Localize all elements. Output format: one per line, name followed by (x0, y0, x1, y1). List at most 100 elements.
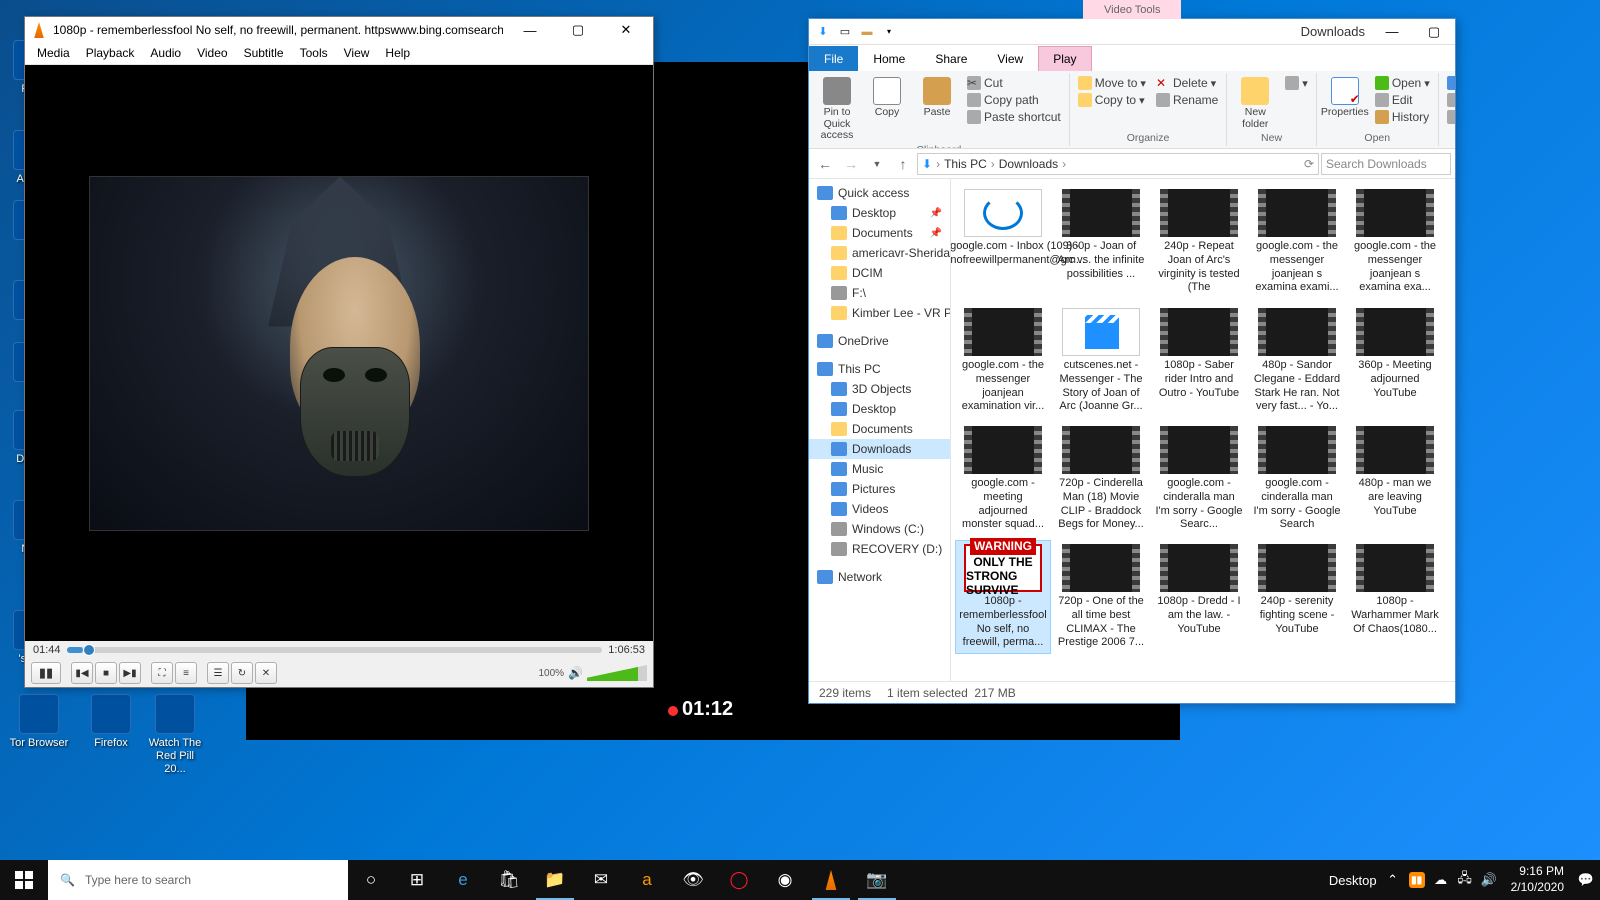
nav-item[interactable]: F:\ (809, 283, 950, 303)
file-item[interactable]: 1080p - Warhammer Mark Of Chaos(1080... (1347, 540, 1443, 654)
stop-button[interactable]: ■ (95, 662, 117, 684)
file-item[interactable]: google.com - the messenger joanjean s ex… (1347, 185, 1443, 300)
nav-item[interactable]: americavr-Sheridan... (809, 243, 950, 263)
file-item[interactable]: 480p - man we are leaving YouTube (1347, 422, 1443, 536)
file-item[interactable]: 360p - Meeting adjourned YouTube (1347, 304, 1443, 418)
onedrive-tray-icon[interactable]: ☁ (1433, 872, 1449, 888)
tray-app-icon[interactable]: ▮▮ (1409, 872, 1425, 888)
nav-item[interactable]: Documents (809, 419, 950, 439)
file-item[interactable]: 720p - Cinderella Man (18) Movie CLIP - … (1053, 422, 1149, 536)
file-item[interactable]: cutscenes.net - Messenger - The Story of… (1053, 304, 1149, 418)
vlc-video-area[interactable] (25, 65, 653, 641)
chrome-canary-icon[interactable]: ◉ (762, 860, 808, 900)
menu-video[interactable]: Video (189, 43, 235, 64)
menu-playback[interactable]: Playback (78, 43, 143, 64)
start-button[interactable] (0, 860, 48, 900)
file-item[interactable]: 360p - Joan of Arc vs. the infinite poss… (1053, 185, 1149, 300)
copy-to-button[interactable]: Copy to ▾ (1076, 92, 1148, 108)
menu-tools[interactable]: Tools (292, 43, 336, 64)
network-tray-icon[interactable]: 🖧 (1457, 872, 1473, 888)
pin-quick-access-button[interactable]: Pin to Quick access (815, 75, 859, 144)
nav-item[interactable]: Documents📌 (809, 223, 950, 243)
nav-item[interactable]: Quick access (809, 183, 950, 203)
minimize-button[interactable]: ― (509, 17, 551, 43)
volume-tray-icon[interactable]: 🔊 (1481, 872, 1497, 888)
nav-item[interactable]: Videos (809, 499, 950, 519)
desktop-icon[interactable]: Watch The Red Pill 20... (144, 694, 206, 777)
up-button[interactable]: ↑ (891, 152, 915, 176)
store-icon[interactable]: 🛍 (486, 860, 532, 900)
prev-button[interactable]: ▮◀ (71, 662, 93, 684)
maximize-button[interactable]: ▢ (557, 17, 599, 43)
loop-button[interactable]: ↻ (231, 662, 253, 684)
nav-item[interactable]: Network (809, 567, 950, 587)
address-bar[interactable]: ⬇› This PC› Downloads› ⟳ (917, 153, 1319, 175)
mail-icon[interactable]: ✉ (578, 860, 624, 900)
nav-item[interactable]: Pictures (809, 479, 950, 499)
nav-item[interactable]: OneDrive (809, 331, 950, 351)
tray-overflow-icon[interactable]: ⌃ (1385, 872, 1401, 888)
file-item[interactable]: google.com - meeting adjourned monster s… (955, 422, 1051, 536)
ex-maximize-button[interactable]: ▢ (1413, 19, 1455, 45)
nav-item[interactable]: Music (809, 459, 950, 479)
amazon-icon[interactable]: a (624, 860, 670, 900)
recent-button[interactable]: ▼ (865, 152, 889, 176)
desktop-icon[interactable]: Firefox (80, 694, 142, 750)
nav-item[interactable]: This PC (809, 359, 950, 379)
tab-share[interactable]: Share (920, 46, 982, 71)
close-button[interactable]: ✕ (605, 17, 647, 43)
seek-slider[interactable] (67, 647, 603, 653)
file-item[interactable]: google.com - the messenger joanjean exam… (955, 304, 1051, 418)
taskbar-search[interactable]: 🔍Type here to search (48, 860, 348, 900)
file-item[interactable]: mail.google.com - Inbox (109) - noselfno… (955, 185, 1051, 300)
file-item[interactable]: 240p - Repeat Joan of Arc's virginity is… (1151, 185, 1247, 300)
next-button[interactable]: ▶▮ (119, 662, 141, 684)
opera-icon[interactable]: ◯ (716, 860, 762, 900)
nav-item[interactable]: RECOVERY (D:) (809, 539, 950, 559)
qat-props-icon[interactable]: ▭ (835, 22, 855, 42)
nav-item[interactable]: DCIM (809, 263, 950, 283)
ex-minimize-button[interactable]: ― (1371, 19, 1413, 45)
select-none-button[interactable]: Select none (1445, 92, 1455, 108)
paste-button[interactable]: Paste (915, 75, 959, 121)
pause-button[interactable]: ▮▮ (31, 662, 61, 684)
select-all-button[interactable]: Select all (1445, 75, 1455, 91)
nav-item[interactable]: Desktop📌 (809, 203, 950, 223)
back-button[interactable]: ← (813, 152, 837, 176)
edge-icon[interactable]: e (440, 860, 486, 900)
ext-settings-button[interactable]: ≡ (175, 662, 197, 684)
history-button[interactable]: History (1373, 109, 1432, 125)
new-item-button[interactable]: ▾ (1283, 75, 1310, 91)
copy-path-button[interactable]: Copy path (965, 92, 1063, 108)
menu-subtitle[interactable]: Subtitle (236, 43, 292, 64)
qat-folder-icon[interactable]: ▬ (857, 22, 877, 42)
tab-view[interactable]: View (982, 46, 1038, 71)
fullscreen-button[interactable]: ⛶ (151, 662, 173, 684)
desktop-icon[interactable]: Tor Browser (8, 694, 70, 750)
rename-button[interactable]: Rename (1154, 92, 1220, 108)
nav-item[interactable]: Downloads (809, 439, 950, 459)
show-desktop-label[interactable]: Desktop (1329, 873, 1377, 888)
copy-button[interactable]: Copy (865, 75, 909, 121)
menu-audio[interactable]: Audio (142, 43, 189, 64)
properties-button[interactable]: ✔Properties (1323, 75, 1367, 121)
file-item[interactable]: google.com - cinderalla man I'm sorry - … (1151, 422, 1247, 536)
file-item[interactable]: 720p - One of the all time best CLIMAX -… (1053, 540, 1149, 654)
delete-button[interactable]: ✕Delete ▾ (1154, 75, 1220, 91)
file-item[interactable]: 240p - serenity fighting scene - YouTube (1249, 540, 1345, 654)
task-view-icon[interactable]: ⊞ (394, 860, 440, 900)
tripadvisor-icon[interactable]: 👁 (670, 860, 716, 900)
tab-file[interactable]: File (809, 46, 858, 71)
nav-item[interactable]: Desktop (809, 399, 950, 419)
file-list[interactable]: mail.google.com - Inbox (109) - noselfno… (951, 179, 1455, 681)
menu-view[interactable]: View (336, 43, 378, 64)
nav-item[interactable]: Windows (C:) (809, 519, 950, 539)
shuffle-button[interactable]: ✕ (255, 662, 277, 684)
vlc-titlebar[interactable]: 1080p - rememberlessfool No self, no fre… (25, 17, 653, 43)
mute-icon[interactable]: 🔊 (568, 666, 583, 680)
nav-item[interactable]: 3D Objects (809, 379, 950, 399)
move-to-button[interactable]: Move to ▾ (1076, 75, 1148, 91)
file-item[interactable]: google.com - cinderalla man I'm sorry - … (1249, 422, 1345, 536)
cortana-icon[interactable]: ○ (348, 860, 394, 900)
paste-shortcut-button[interactable]: Paste shortcut (965, 109, 1063, 125)
